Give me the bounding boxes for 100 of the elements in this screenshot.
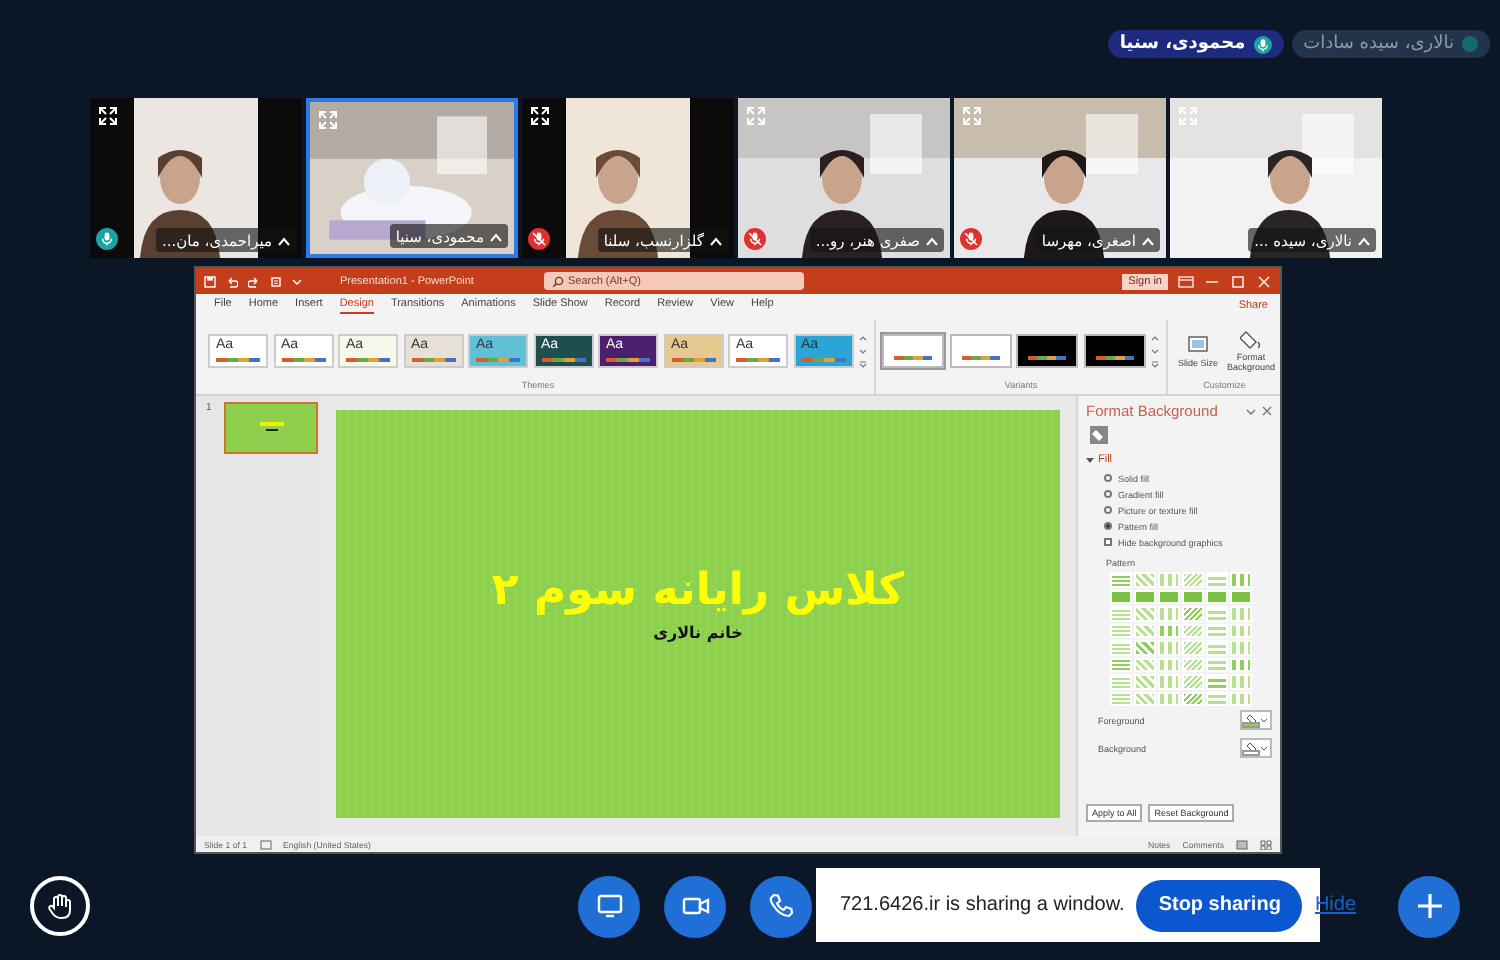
- mic-icon: [1253, 35, 1272, 53]
- monitor-icon: [595, 892, 623, 920]
- pattern-swatch[interactable]: [1206, 623, 1228, 638]
- pattern-swatch[interactable]: [1206, 691, 1228, 706]
- raise-hand-button[interactable]: [30, 876, 90, 936]
- undo-icon[interactable]: [226, 275, 238, 287]
- radio-button[interactable]: [1104, 490, 1112, 498]
- expand-icon[interactable]: [98, 106, 118, 126]
- pattern-swatch[interactable]: [1110, 623, 1132, 638]
- ribbon-options-icon[interactable]: [1178, 275, 1194, 287]
- camera-icon: [681, 892, 709, 920]
- pattern-swatch[interactable]: [1158, 606, 1180, 621]
- radio-button[interactable]: [1104, 506, 1112, 514]
- slide-thumbnail[interactable]: [223, 402, 318, 454]
- pattern-swatch[interactable]: [1230, 640, 1252, 655]
- color-picker[interactable]: [1240, 710, 1272, 730]
- phone-button[interactable]: [750, 875, 812, 937]
- pattern-swatch[interactable]: [1182, 589, 1204, 604]
- pattern-swatch[interactable]: [1230, 572, 1252, 587]
- pattern-swatch[interactable]: [1110, 589, 1132, 604]
- participant-chip[interactable]: نالاری، سیده سادات: [1291, 30, 1490, 58]
- close-icon[interactable]: [1262, 406, 1272, 416]
- pattern-swatch[interactable]: [1134, 640, 1156, 655]
- slide-subtitle: خانم نالاری: [653, 624, 743, 642]
- pattern-swatch[interactable]: [1134, 572, 1156, 587]
- pattern-swatch[interactable]: [1158, 674, 1180, 689]
- pattern-swatch[interactable]: [1182, 572, 1204, 587]
- paint-bucket-icon: [1239, 328, 1263, 350]
- fill-tab-icon[interactable]: [1090, 426, 1108, 444]
- pattern-swatch[interactable]: [1182, 657, 1204, 672]
- hand-icon: [46, 892, 74, 920]
- pattern-swatch[interactable]: [1206, 674, 1228, 689]
- pattern-swatch[interactable]: [1134, 691, 1156, 706]
- pattern-swatch[interactable]: [1206, 572, 1228, 587]
- accessibility-icon[interactable]: [259, 839, 271, 849]
- pattern-swatch[interactable]: [1182, 640, 1204, 655]
- pattern-swatch[interactable]: [1158, 640, 1180, 655]
- variant-thumbnail[interactable]: [1083, 333, 1145, 367]
- pattern-swatch[interactable]: [1230, 589, 1252, 604]
- pattern-swatch[interactable]: [1110, 657, 1132, 672]
- minimize-icon[interactable]: [1204, 275, 1220, 287]
- pattern-swatch[interactable]: [1230, 691, 1252, 706]
- gallery-scroll-icon[interactable]: [858, 333, 868, 367]
- slide-title: کلاس رایانه سوم ۲: [491, 566, 905, 616]
- paint-bucket-icon: [1245, 741, 1257, 752]
- pattern-swatch[interactable]: [1158, 691, 1180, 706]
- pattern-swatch[interactable]: [1182, 674, 1204, 689]
- pattern-swatch[interactable]: [1206, 589, 1228, 604]
- radio-button[interactable]: [1104, 522, 1112, 530]
- pattern-swatch[interactable]: [1134, 623, 1156, 638]
- redo-icon[interactable]: [248, 275, 260, 287]
- plus-icon: [1415, 892, 1443, 920]
- pattern-swatch[interactable]: [1158, 589, 1180, 604]
- pattern-swatch[interactable]: [1158, 657, 1180, 672]
- pattern-swatch[interactable]: [1206, 640, 1228, 655]
- slide-size-icon: [1186, 333, 1210, 355]
- pattern-swatch[interactable]: [1110, 691, 1132, 706]
- phone-icon: [767, 892, 795, 920]
- screen-share-button[interactable]: [578, 875, 640, 937]
- maximize-icon[interactable]: [1230, 275, 1246, 287]
- variant-thumbnail[interactable]: [1016, 333, 1078, 367]
- expand-icon: [1086, 456, 1094, 464]
- search-icon: [551, 275, 564, 287]
- expand-icon[interactable]: [530, 106, 550, 126]
- checkbox[interactable]: [1104, 538, 1112, 546]
- slideshow-icon[interactable]: [270, 275, 282, 287]
- pattern-swatch[interactable]: [1134, 657, 1156, 672]
- pattern-swatch[interactable]: [1134, 589, 1156, 604]
- paint-bucket-icon: [1245, 713, 1257, 724]
- pattern-swatch[interactable]: [1230, 674, 1252, 689]
- pattern-swatch[interactable]: [1158, 572, 1180, 587]
- pattern-swatch[interactable]: [1230, 657, 1252, 672]
- pattern-swatch[interactable]: [1110, 674, 1132, 689]
- stop-sharing-button[interactable]: Stop sharing: [1136, 879, 1303, 931]
- pattern-swatch[interactable]: [1158, 623, 1180, 638]
- variant-thumbnail[interactable]: [882, 333, 944, 367]
- participant-chip[interactable]: محمودی، سنیا: [1107, 30, 1284, 58]
- add-button[interactable]: [1398, 875, 1460, 937]
- status-dot-icon: [1462, 36, 1478, 52]
- pattern-swatch[interactable]: [1110, 572, 1132, 587]
- pattern-swatch[interactable]: [1134, 606, 1156, 621]
- save-icon[interactable]: [204, 275, 216, 287]
- sorter-view-icon[interactable]: [1260, 839, 1272, 849]
- sharing-message: 721.6426.ir is sharing a window.: [840, 894, 1125, 916]
- camera-button[interactable]: [664, 875, 726, 937]
- pattern-swatch[interactable]: [1206, 657, 1228, 672]
- pattern-swatch[interactable]: [1134, 674, 1156, 689]
- pattern-swatch[interactable]: [1182, 623, 1204, 638]
- pattern-swatch[interactable]: [1230, 623, 1252, 638]
- radio-button[interactable]: [1104, 474, 1112, 482]
- pattern-swatch[interactable]: [1182, 691, 1204, 706]
- normal-view-icon[interactable]: [1236, 839, 1248, 849]
- color-picker[interactable]: [1240, 738, 1272, 758]
- variant-thumbnail[interactable]: [949, 333, 1011, 367]
- pattern-swatch[interactable]: [1182, 606, 1204, 621]
- gallery-scroll-icon[interactable]: [1150, 333, 1160, 367]
- pattern-swatch[interactable]: [1110, 640, 1132, 655]
- pattern-swatch[interactable]: [1230, 606, 1252, 621]
- pattern-swatch[interactable]: [1110, 606, 1132, 621]
- pattern-swatch[interactable]: [1206, 606, 1228, 621]
